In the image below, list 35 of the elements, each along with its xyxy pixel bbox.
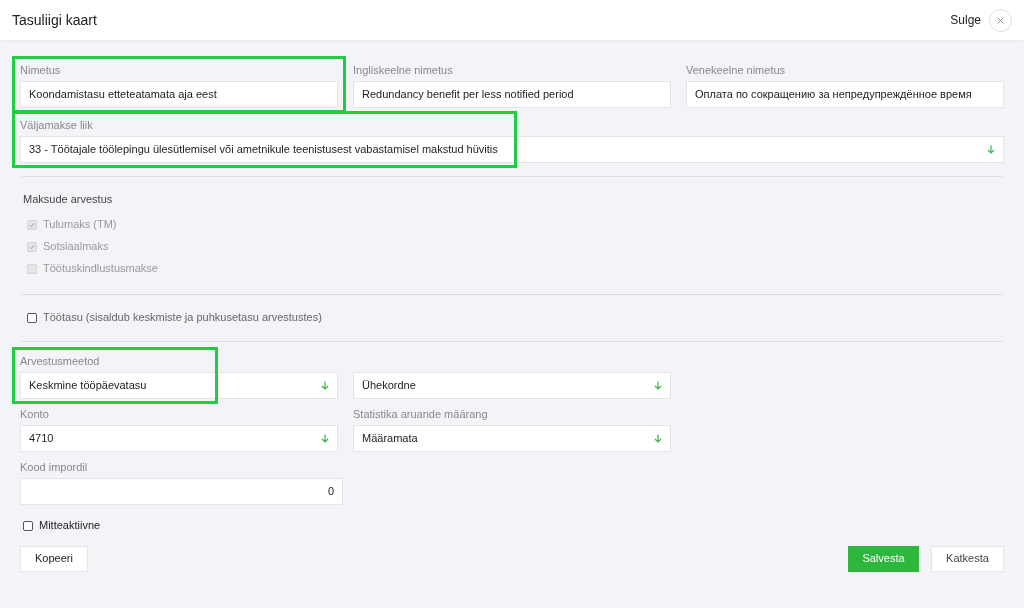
dropdown[interactable]: 33 - Töötajale töölepingu ülesütlemisel või ametnikule teenistusest vabastamisel makstud hüvitis bbox=[20, 136, 1004, 163]
dropdown-arrow-icon bbox=[321, 380, 329, 390]
text-field[interactable]: Redundancy benefit per less notified period bbox=[353, 81, 671, 108]
cancel-button[interactable]: Katkesta bbox=[931, 545, 1004, 572]
window-title: Tasuliigi kaart bbox=[12, 10, 97, 30]
dropdown[interactable]: Määramata bbox=[353, 424, 671, 452]
number-field[interactable]: 0 bbox=[20, 477, 343, 505]
text-field[interactable]: Оплата по сокращению за непредупреждённое время bbox=[686, 81, 1004, 108]
dropdown[interactable]: 4710 bbox=[20, 424, 338, 452]
close-button[interactable]: Sulge bbox=[950, 8, 1012, 32]
dropdown-arrow-icon bbox=[321, 433, 329, 443]
field-label: Venekeelne nimetus bbox=[686, 63, 787, 77]
field-label: Väljamakse liik bbox=[20, 118, 94, 132]
field-label: Statistika aruande määrang bbox=[353, 406, 489, 421]
field-label: Kood impordil bbox=[20, 459, 89, 474]
field-label: Ingliskeelne nimetus bbox=[353, 63, 454, 77]
field-label: Konto bbox=[20, 406, 50, 421]
checkbox-label: Töötuskindlustusmakse bbox=[43, 261, 158, 277]
dropdown-arrow-icon bbox=[654, 380, 662, 390]
field-label: Nimetus bbox=[20, 63, 62, 77]
checkbox[interactable] bbox=[27, 312, 37, 323]
checkbox-label: Sotsiaalmaks bbox=[43, 239, 109, 255]
dropdown[interactable]: Keskmine tööpäevatasu bbox=[20, 371, 338, 399]
text-field[interactable]: Koondamistasu etteteatamata aja eest bbox=[20, 81, 338, 108]
close-icon bbox=[989, 8, 1012, 32]
dropdown-arrow-icon bbox=[987, 145, 995, 154]
dropdown-arrow-icon bbox=[654, 433, 662, 443]
checkbox-label: Töötasu (sisaldub keskmiste ja puhkusetasu arvestustes) bbox=[43, 310, 322, 326]
checkbox[interactable] bbox=[23, 520, 33, 531]
field-label: Arvestusmeetod bbox=[20, 353, 101, 368]
section-title: Maksude arvestus bbox=[23, 192, 114, 207]
checkbox-label: Mitteaktiivne bbox=[39, 518, 101, 534]
copy-button[interactable]: Kopeeri bbox=[20, 545, 88, 572]
dropdown[interactable]: Ühekordne bbox=[353, 371, 671, 399]
checkbox-label: Tulumaks (TM) bbox=[43, 217, 117, 233]
